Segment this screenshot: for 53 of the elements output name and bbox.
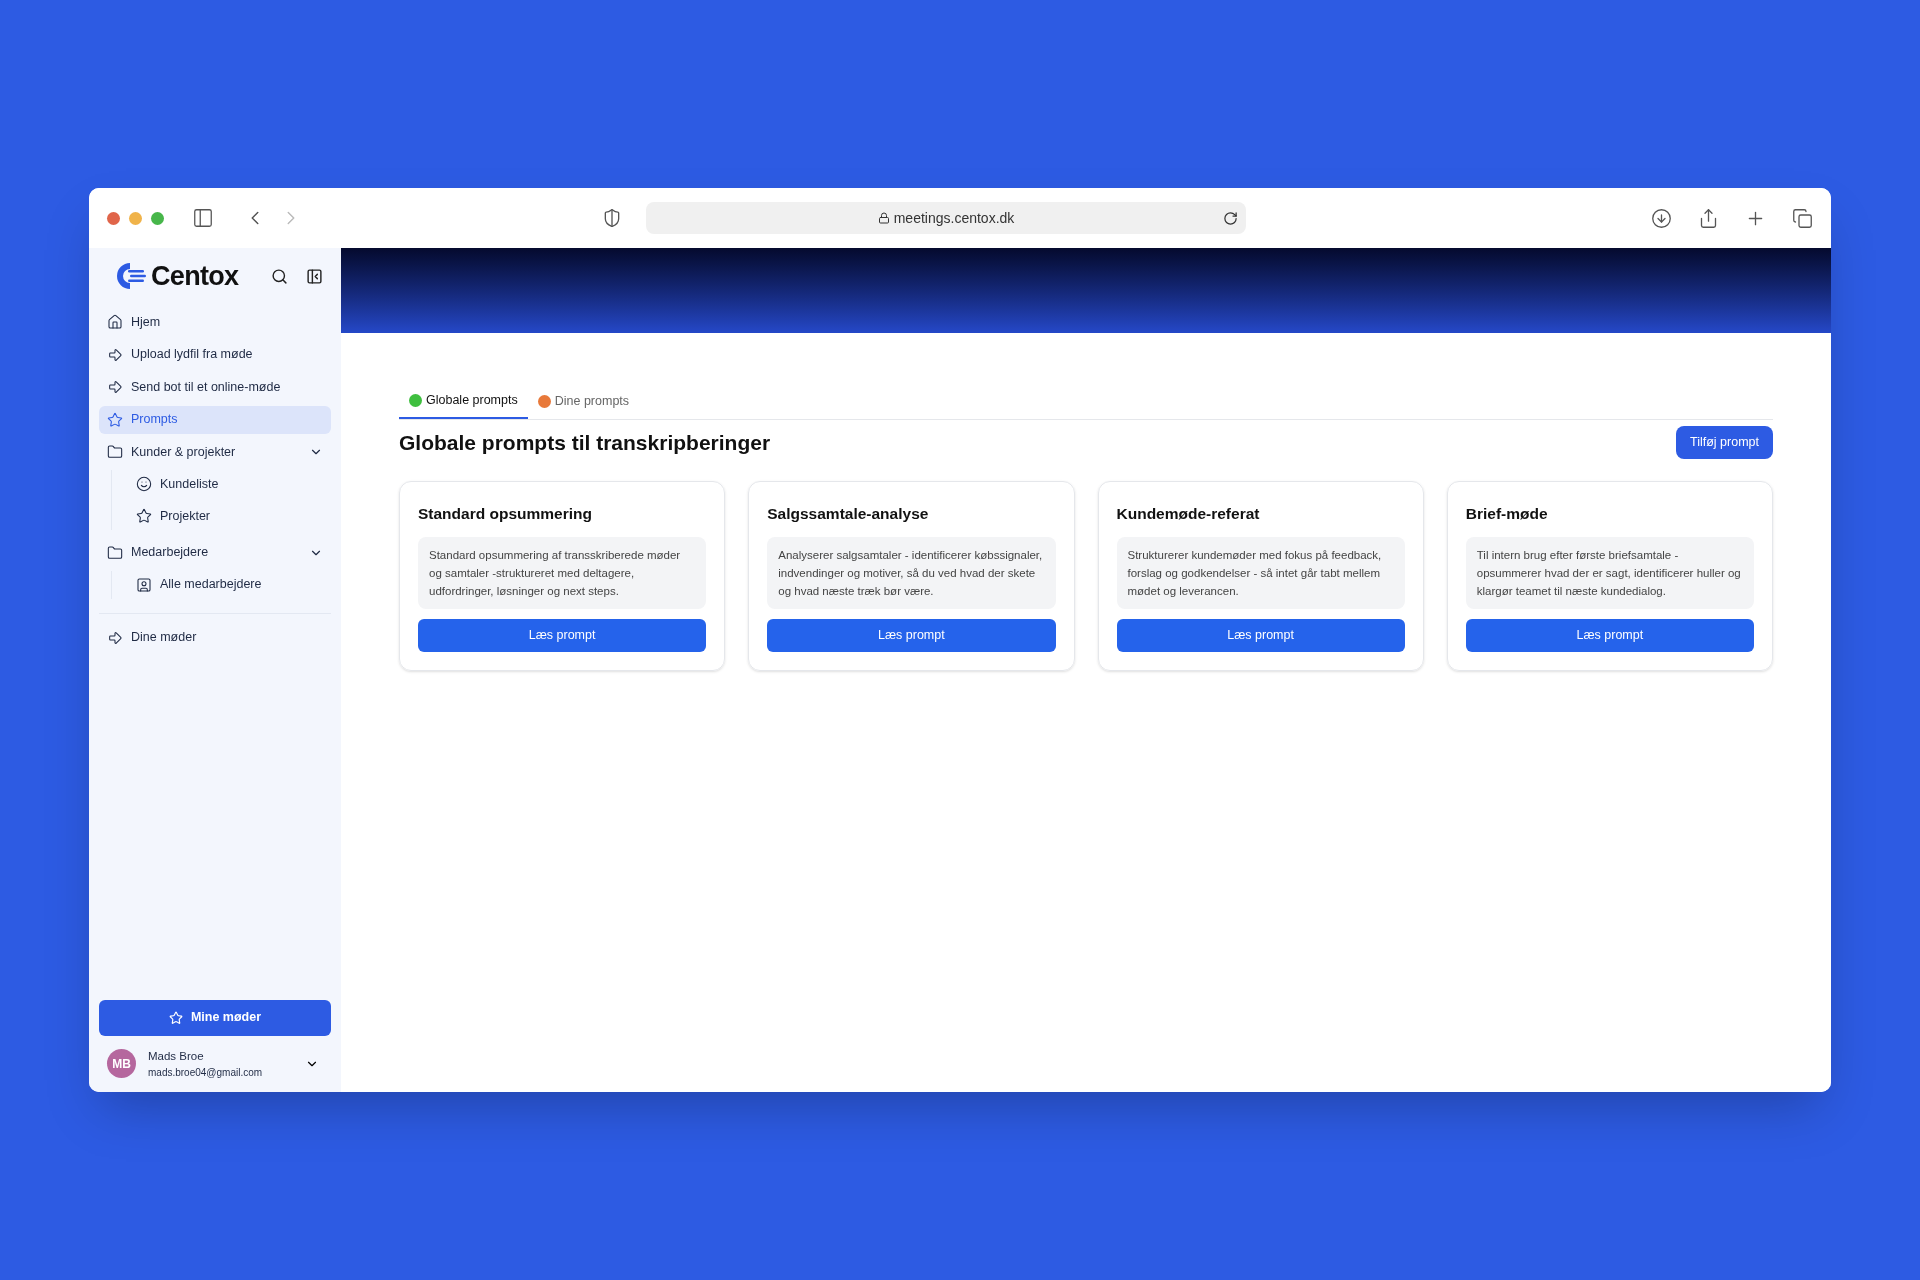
user-name: Mads Broe [148,1048,205,1064]
card-description: Standard opsummering af transskriberede møder og samtaler -struktureret med deltagere, udfordringer, løsninger og next steps. [418,537,707,610]
share-icon[interactable] [1698,207,1719,229]
card-description: Til intern brug efter første briefsamtale - opsummerer hvad der er sagt, identificerer huller og klargør teamet til næste kundedialog. [1465,537,1754,610]
sidebar-item[interactable]: Alle medarbejdere [128,570,331,599]
tabs-overview-icon[interactable] [1792,207,1813,229]
sidebar-item[interactable]: Kunder & projekter [99,438,331,466]
arrow-icon [107,379,123,395]
sidebar-item[interactable]: Projekter [128,502,331,530]
download-icon[interactable] [1651,207,1672,229]
sidebar-item[interactable]: Send bot til et online-møde [99,373,331,401]
star-icon [136,508,152,524]
sidebar-item[interactable]: Dine møder [99,623,331,652]
search-icon[interactable] [271,267,288,285]
address-bar[interactable]: meetings.centox.dk [646,202,1246,234]
folder-icon [107,544,123,561]
star-icon [107,411,123,428]
contact-card-icon [136,576,152,593]
sidebar-item[interactable]: Kundeliste [128,470,331,498]
read-prompt-button[interactable]: Læs prompt [418,619,707,653]
card-description: Strukturerer kundemøder med fokus på feedback, forslag og godkendelser - så intet går tabt mellem mødet og leverancen. [1116,537,1405,610]
user-email: mads.broe04@gmail.com [148,1066,264,1080]
sidebar-item[interactable]: Prompts [99,405,331,434]
smiley-icon [136,476,152,492]
shield-icon[interactable] [602,208,622,228]
arrow-icon [107,629,123,646]
read-prompt-button[interactable]: Læs prompt [1116,619,1405,653]
arrow-icon [107,346,123,363]
sidebar-item[interactable]: Hjem [99,308,331,336]
sidebar-item[interactable]: Upload lydfil fra møde [99,340,331,369]
collapse-sidebar-icon[interactable] [306,267,323,285]
read-prompt-button[interactable]: Læs prompt [767,619,1056,653]
tab[interactable]: Dine prompts [527,383,640,419]
card-title: Brief-møde [1465,504,1549,524]
brand-name: Centox [151,259,239,293]
card-title: Standard opsummering [418,504,593,524]
my-meetings-button[interactable]: Mine møder [99,999,331,1036]
user-avatar[interactable]: MB [107,1049,136,1079]
tab[interactable]: Globale prompts [399,383,528,419]
star-icon [168,1010,183,1025]
sidebar-item[interactable]: Medarbejdere [99,538,331,567]
home-icon [107,314,123,330]
add-prompt-button[interactable]: Tilføj prompt [1676,426,1773,459]
card-description: Analyserer salgsamtaler - identificerer købssignaler, indvendinger og motiver, så du ved hvad der skete og hvad næste træk bør være. [767,537,1056,610]
folder-icon [107,444,123,460]
page-heading: Globale prompts til transkripberinger [399,429,771,456]
lock-icon [877,212,890,224]
url-text: meetings.centox.dk [893,208,1015,228]
sidebar-toggle-icon[interactable] [192,207,214,229]
reload-icon[interactable] [1223,210,1238,226]
card-title: Kundemøde-referat [1116,504,1261,524]
read-prompt-button[interactable]: Læs prompt [1465,619,1754,653]
card-title: Salgssamtale-analyse [767,504,930,524]
